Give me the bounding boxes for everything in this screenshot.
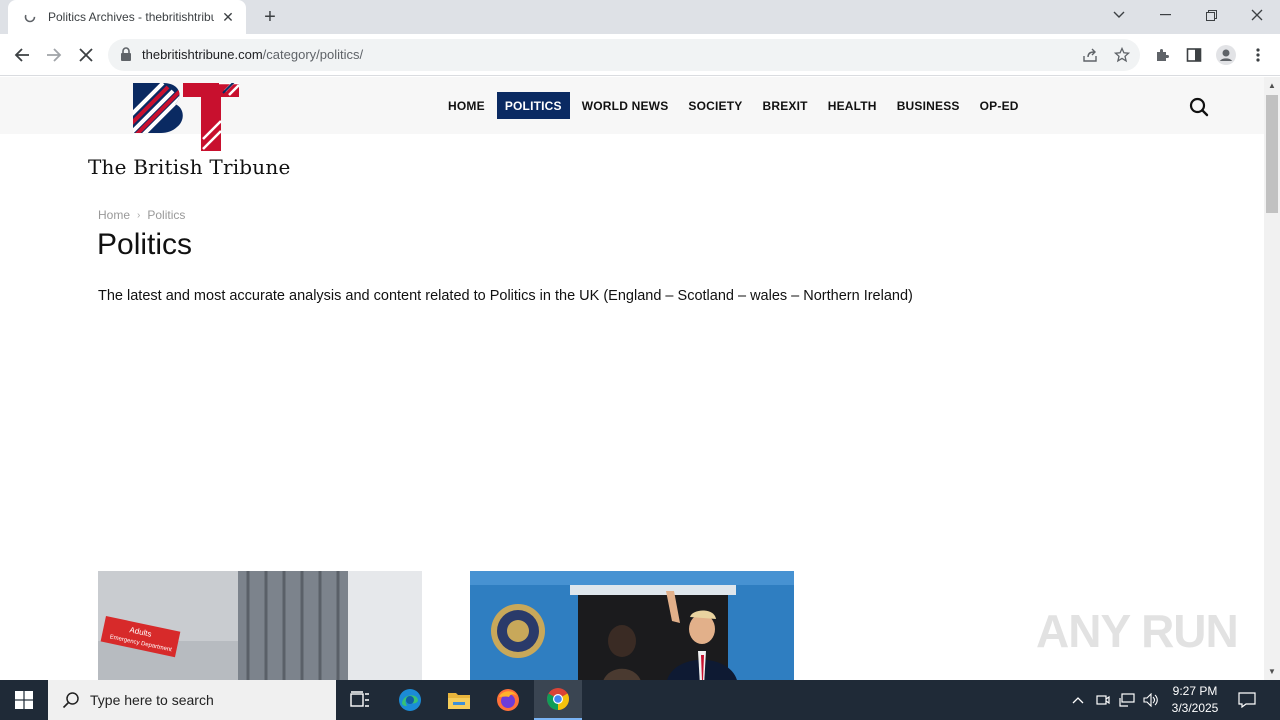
scrollbar-thumb[interactable] [1266,95,1278,213]
volume-icon[interactable] [1141,690,1161,710]
tab-title: Politics Archives - thebritishtribune [48,10,214,24]
firefox-taskbar-button[interactable] [484,680,532,720]
chrome-icon [547,688,569,710]
url-host: thebritishtribune.com [142,47,263,62]
loading-favicon-icon [22,9,38,25]
aircraft-door-image [470,571,794,680]
browser-menu-icon[interactable] [1248,45,1268,65]
task-view-icon [350,691,369,707]
taskbar-search-placeholder: Type here to search [90,692,214,708]
browser-tab-strip: Politics Archives - thebritishtribune ✕ … [0,0,1280,34]
profile-avatar-icon[interactable] [1216,45,1236,65]
url-text[interactable]: thebritishtribune.com/category/politics/ [142,47,363,62]
tab-search-chevron-icon[interactable] [1096,0,1142,30]
breadcrumb-current: Politics [147,208,186,222]
nav-op-ed[interactable]: OP-ED [972,92,1027,119]
close-window-button[interactable] [1234,0,1280,30]
windows-taskbar: Type here to search 9:27 PM 3/3/2025 [0,680,1280,720]
main-navigation: HOME POLITICS WORLD NEWS SOCIETY BREXIT … [440,92,1031,119]
task-view-button[interactable] [336,680,384,720]
nav-home[interactable]: HOME [440,92,493,119]
nav-world-news[interactable]: WORLD NEWS [574,92,677,119]
edge-icon [399,689,421,711]
page-scrollbar[interactable]: ▲ ▼ [1264,77,1280,680]
tab-close-icon[interactable]: ✕ [220,9,236,25]
breadcrumb-home[interactable]: Home [98,208,130,222]
clock-time: 9:27 PM [1172,684,1218,698]
back-button[interactable] [8,41,36,69]
stop-loading-button[interactable] [72,41,100,69]
bookmark-star-icon[interactable] [1112,45,1132,65]
start-button[interactable] [0,680,48,720]
taskbar-search-box[interactable]: Type here to search [48,680,336,720]
watermark-logo: ANY RUN [1036,605,1239,657]
firefox-icon [497,689,519,711]
category-description: The latest and most accurate analysis an… [98,288,913,304]
site-logo[interactable]: The British Tribune [88,83,298,179]
notification-center-icon[interactable] [1237,690,1257,710]
restore-button[interactable] [1188,0,1234,30]
article-thumbnail-aircraft[interactable] [470,571,794,680]
share-icon[interactable] [1080,45,1100,65]
url-path: /category/politics/ [262,47,364,62]
bt-logo-mark [133,83,239,151]
scroll-down-arrow-icon[interactable]: ▼ [1268,667,1276,676]
nav-business[interactable]: BUSINESS [889,92,968,119]
chrome-taskbar-button[interactable] [534,680,582,720]
page-title: Politics [97,228,193,261]
nav-society[interactable]: SOCIETY [680,92,750,119]
hospital-image: Adults Emergency Department [98,571,422,680]
breadcrumb-chevron-icon: › [137,209,141,221]
breadcrumb: Home › Politics [98,208,185,222]
taskbar-clock[interactable]: 9:27 PM 3/3/2025 [1166,683,1224,717]
windows-logo-icon [15,691,33,709]
browser-toolbar: thebritishtribune.com/category/politics/ [0,34,1280,76]
side-panel-icon[interactable] [1184,45,1204,65]
meet-now-icon[interactable] [1093,690,1113,710]
scroll-up-arrow-icon[interactable]: ▲ [1268,81,1276,90]
edge-taskbar-button[interactable] [386,680,434,720]
minimize-button[interactable] [1142,0,1188,30]
extensions-puzzle-icon[interactable] [1152,45,1172,65]
site-search-icon[interactable] [1189,97,1209,117]
show-hidden-icons-chevron-icon[interactable] [1068,690,1088,710]
file-explorer-taskbar-button[interactable] [435,680,483,720]
network-icon[interactable] [1117,690,1137,710]
nav-politics[interactable]: POLITICS [496,92,570,119]
article-thumbnail-hospital[interactable]: Adults Emergency Department [98,571,422,680]
folder-icon [448,693,470,709]
logo-text: The British Tribune [88,155,291,179]
address-bar[interactable]: thebritishtribune.com/category/politics/ [108,39,1140,71]
web-page: The British Tribune HOME POLITICS WORLD … [0,77,1264,680]
nav-health[interactable]: HEALTH [820,92,885,119]
search-icon [62,692,79,709]
nav-brexit[interactable]: BREXIT [754,92,815,119]
forward-button[interactable] [40,41,68,69]
new-tab-button[interactable]: + [258,5,282,29]
lock-icon[interactable] [120,47,134,63]
clock-date: 3/3/2025 [1171,701,1219,715]
browser-tab[interactable]: Politics Archives - thebritishtribune ✕ [8,0,246,34]
